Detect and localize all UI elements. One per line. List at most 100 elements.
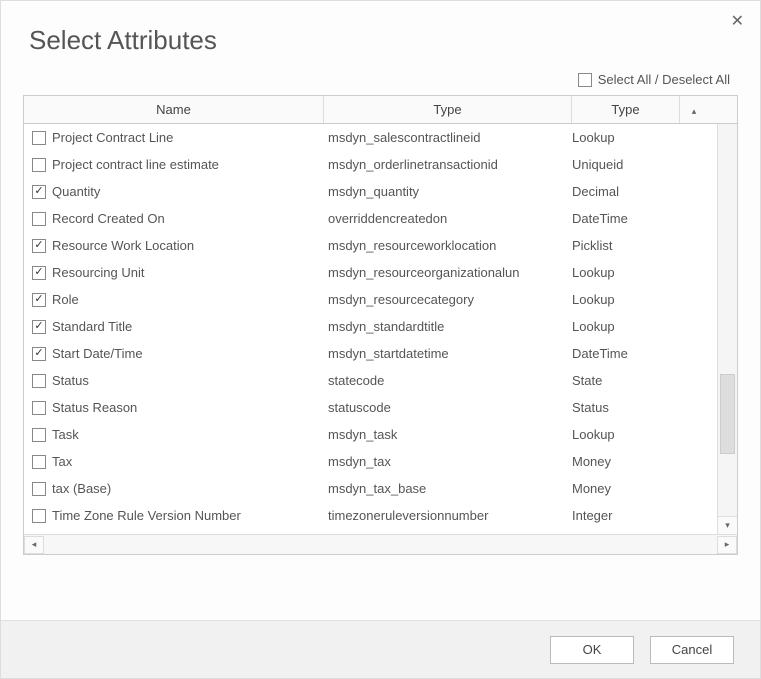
cell-type2: State [568,373,676,388]
table-row[interactable]: Time Zone Rule Version Number timezonerul… [24,502,715,529]
row-checkbox[interactable] [32,482,46,496]
row-checkbox[interactable] [32,455,46,469]
table-row[interactable]: Status statecodeState [24,367,715,394]
column-header-type2[interactable]: Type [572,96,680,123]
table-row[interactable]: ✓ Start Date/Time msdyn_startdatetimeDateT… [24,340,715,367]
cell-name: ✓Role [24,292,324,307]
cell-type1: msdyn_task [324,427,568,442]
scroll-left-button[interactable]: ◂ [24,536,44,554]
chevron-left-icon: ◂ [32,539,37,550]
horizontal-scrollbar[interactable]: ◂ ▸ [24,534,737,554]
table-row[interactable]: Status ReasonstatuscodeStatus [24,394,715,421]
vertical-scrollbar[interactable]: ▾ [717,124,737,534]
row-checkbox[interactable]: ✓ [32,347,46,361]
cell-type2: DateTime [568,211,676,226]
cancel-button[interactable]: Cancel [650,636,734,664]
table-row[interactable]: ✓Resource Work Locationmsdyn_resourcewor… [24,232,715,259]
chevron-right-icon: ▸ [725,539,730,550]
scroll-down-button[interactable]: ▾ [718,516,737,534]
cell-type2: Integer [568,508,676,523]
row-checkbox[interactable]: ✓ [32,185,46,199]
scrollbar-thumb[interactable] [720,374,735,454]
cell-type1: statecode [324,373,568,388]
cell-name: Status Reason [24,400,324,415]
cell-name: Project Contract Line [24,130,324,145]
row-name-label: tax (Base) [52,481,111,496]
row-checkbox[interactable]: ✓ [32,266,46,280]
row-checkbox[interactable] [32,131,46,145]
column-header-name[interactable]: Name [24,96,324,123]
chevron-down-icon: ▾ [725,520,730,531]
row-checkbox[interactable] [32,212,46,226]
column-header-type1[interactable]: Type [324,96,572,123]
row-name-label: Quantity [52,184,100,199]
toolbar: Select All / Deselect All [1,66,760,95]
row-name-label: Record Created On [52,211,165,226]
row-name-label: Tax [52,454,72,469]
cell-type2: Uniqueid [568,157,676,172]
cell-type2: Picklist [568,238,676,253]
chevron-up-icon: ▴ [692,106,697,116]
row-name-label: Task [52,427,79,442]
grid-body: Project Contract Line msdyn_salescontract… [24,124,737,534]
cell-type1: msdyn_startdatetime [324,346,568,361]
cell-name: ✓ Start Date/Time [24,346,324,361]
row-checkbox[interactable]: ✓ [32,293,46,307]
cell-name: ✓ Standard Title [24,319,324,334]
cell-type2: Lookup [568,427,676,442]
table-row[interactable]: ✓ Resourcing Unit msdyn_resourceorganizati… [24,259,715,286]
row-name-label: Resourcing Unit [52,265,145,280]
row-name-label: Project Contract Line [52,130,173,145]
cell-name: ✓Resource Work Location [24,238,324,253]
row-checkbox[interactable] [32,401,46,415]
cell-type1: msdyn_orderlinetransactionid [324,157,568,172]
attributes-grid: Name Type Type ▴ Project Contract Line ms… [23,95,738,555]
ok-button[interactable]: OK [550,636,634,664]
cell-type1: timezoneruleversionnumber [324,508,568,523]
cell-type2: Lookup [568,292,676,307]
cell-type1: msdyn_quantity [324,184,568,199]
cell-type1: msdyn_tax_base [324,481,568,496]
cell-type2: Lookup [568,319,676,334]
row-name-label: Status Reason [52,400,137,415]
table-row[interactable]: Project contract line estimate msdyn_orde… [24,151,715,178]
table-row[interactable]: tax (Base) msdyn_tax_baseMoney [24,475,715,502]
cell-type1: msdyn_salescontractlineid [324,130,568,145]
cell-type1: msdyn_resourceorganizationalun [324,265,568,280]
cell-name: Time Zone Rule Version Number [24,508,324,523]
row-checkbox[interactable]: ✓ [32,320,46,334]
table-row[interactable]: Task msdyn_taskLookup [24,421,715,448]
row-checkbox[interactable] [32,158,46,172]
row-checkbox[interactable] [32,374,46,388]
table-row[interactable]: Taxmsdyn_taxMoney [24,448,715,475]
cell-type2: Money [568,481,676,496]
cell-type2: Decimal [568,184,676,199]
row-name-label: Status [52,373,89,388]
row-name-label: Start Date/Time [52,346,143,361]
table-row[interactable]: Record Created On overriddencreatedonDate… [24,205,715,232]
cell-type1: overriddencreatedon [324,211,568,226]
select-all-label[interactable]: Select All / Deselect All [598,72,730,87]
cell-name: ✓ Resourcing Unit [24,265,324,280]
table-row[interactable]: ✓Rolemsdyn_resourcecategoryLookup [24,286,715,313]
row-name-label: Project contract line estimate [52,157,219,172]
table-row[interactable]: Project Contract Line msdyn_salescontract… [24,124,715,151]
cell-type2: DateTime [568,346,676,361]
cell-type2: Status [568,400,676,415]
row-checkbox[interactable] [32,509,46,523]
cell-type2: Lookup [568,130,676,145]
row-checkbox[interactable] [32,428,46,442]
cell-name: Record Created On [24,211,324,226]
close-icon[interactable]: ✕ [731,11,744,31]
row-name-label: Time Zone Rule Version Number [52,508,241,523]
select-all-checkbox[interactable] [578,73,592,87]
table-row[interactable]: ✓ Quantity msdyn_quantityDecimal [24,178,715,205]
dialog-title: Select Attributes [1,1,760,66]
scroll-up-button[interactable]: ▴ [680,96,708,123]
row-checkbox[interactable]: ✓ [32,239,46,253]
cell-type1: msdyn_standardtitle [324,319,568,334]
scroll-right-button[interactable]: ▸ [717,536,737,554]
table-row[interactable]: ✓ Standard Title msdyn_standardtitleLookup [24,313,715,340]
row-name-label: Standard Title [52,319,132,334]
cell-name: Status [24,373,324,388]
